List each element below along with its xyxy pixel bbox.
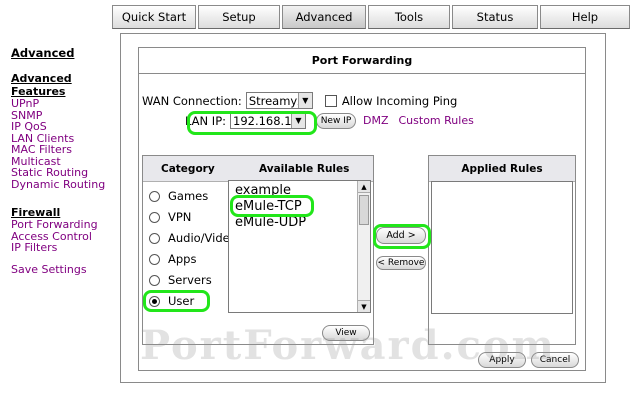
radio-selected-icon[interactable]	[149, 295, 160, 307]
tab-setup[interactable]: Setup	[198, 5, 280, 29]
sidebar-item-dynamic-routing[interactable]: Dynamic Routing	[11, 178, 121, 191]
lan-ip-row: LAN IP: 192.168.1.2 ▼ New IP DMZ Custom …	[185, 112, 474, 129]
lan-ip-select[interactable]: 192.168.1.2 ▼	[230, 112, 306, 129]
wan-row: WAN Connection: Streamyx ▼ Allow Incomin…	[142, 92, 457, 109]
watermark: PortForward.com	[140, 322, 556, 369]
tab-status[interactable]: Status	[452, 5, 538, 29]
radio-icon[interactable]	[149, 232, 160, 244]
rules-scrollbar[interactable]: ▲ ▼	[357, 181, 370, 312]
rule-item-emule-tcp[interactable]: eMule-TCP	[235, 199, 302, 214]
rule-item-example[interactable]: example	[235, 183, 291, 198]
sidebar-header[interactable]: Advanced	[11, 46, 121, 60]
category-label: Apps	[168, 252, 197, 266]
applied-rules-list[interactable]	[431, 181, 573, 314]
wan-connection-value: Streamyx	[248, 93, 305, 108]
category-user[interactable]: User	[149, 294, 194, 308]
sidebar-item-save-settings[interactable]: Save Settings	[11, 263, 121, 276]
sidebar-item-mac-filters[interactable]: MAC Filters	[11, 144, 121, 156]
tab-advanced[interactable]: Advanced	[282, 5, 366, 29]
sidebar-section-advanced-features[interactable]: Advanced Features	[11, 72, 121, 98]
tab-help[interactable]: Help	[540, 5, 630, 29]
remove-button[interactable]: < Remove	[376, 256, 426, 270]
scroll-thumb[interactable]	[359, 195, 369, 225]
sidebar-item-port-forwarding[interactable]: Port Forwarding	[11, 219, 121, 231]
top-nav-bar: Quick Start Setup Advanced Tools Status …	[0, 0, 640, 30]
tab-strip: Quick Start Setup Advanced Tools Status …	[112, 5, 632, 29]
category-servers[interactable]: Servers	[149, 273, 212, 287]
radio-icon[interactable]	[149, 211, 160, 223]
available-rules-list[interactable]: example eMule-TCP eMule-UDP ▲ ▼	[228, 180, 371, 313]
category-games[interactable]: Games	[149, 189, 208, 203]
wan-connection-label: WAN Connection:	[142, 93, 242, 108]
category-label: VPN	[168, 210, 192, 224]
chevron-down-icon[interactable]: ▼	[291, 113, 305, 128]
dmz-link[interactable]: DMZ	[363, 114, 389, 127]
lan-ip-label: LAN IP:	[185, 113, 226, 128]
category-label: User	[168, 294, 195, 308]
category-apps[interactable]: Apps	[149, 252, 196, 266]
category-label: Servers	[168, 273, 212, 287]
applied-rules-box: Applied Rules	[428, 155, 576, 345]
available-rules-header: Available Rules	[259, 163, 350, 175]
category-vpn[interactable]: VPN	[149, 210, 191, 224]
add-button[interactable]: Add >	[376, 227, 426, 244]
rule-item-emule-udp[interactable]: eMule-UDP	[235, 215, 306, 230]
tab-quick-start[interactable]: Quick Start	[112, 5, 196, 29]
sidebar-item-ip-filters[interactable]: IP Filters	[11, 242, 121, 254]
applied-rules-header: Applied Rules	[429, 156, 575, 182]
custom-rules-link[interactable]: Custom Rules	[399, 114, 474, 127]
allow-ping-checkbox[interactable]	[324, 94, 337, 107]
scroll-down-icon[interactable]: ▼	[358, 300, 370, 312]
category-label: Games	[168, 189, 209, 203]
radio-icon[interactable]	[149, 190, 160, 202]
wan-connection-select[interactable]: Streamyx ▼	[245, 92, 313, 109]
radio-icon[interactable]	[149, 274, 160, 286]
category-header: Category	[161, 163, 215, 175]
rules-box-header: Category Available Rules	[143, 156, 373, 182]
category-label: Audio/Video	[168, 231, 237, 245]
tab-tools[interactable]: Tools	[368, 5, 450, 29]
panel-title: Port Forwarding	[139, 48, 585, 74]
sidebar-item-static-routing[interactable]: Static Routing	[11, 167, 121, 179]
chevron-down-icon[interactable]: ▼	[297, 93, 312, 108]
new-ip-button[interactable]: New IP	[316, 112, 356, 129]
category-audio-video[interactable]: Audio/Video	[149, 231, 237, 245]
sidebar-item-ip-qos[interactable]: IP QoS	[11, 121, 121, 133]
sidebar: Advanced Advanced Features UPnP SNMP IP …	[11, 46, 121, 275]
radio-icon[interactable]	[149, 253, 160, 265]
sidebar-item-upnp[interactable]: UPnP	[11, 98, 121, 110]
allow-ping-label: Allow Incoming Ping	[341, 93, 458, 108]
scroll-up-icon[interactable]: ▲	[358, 181, 370, 193]
